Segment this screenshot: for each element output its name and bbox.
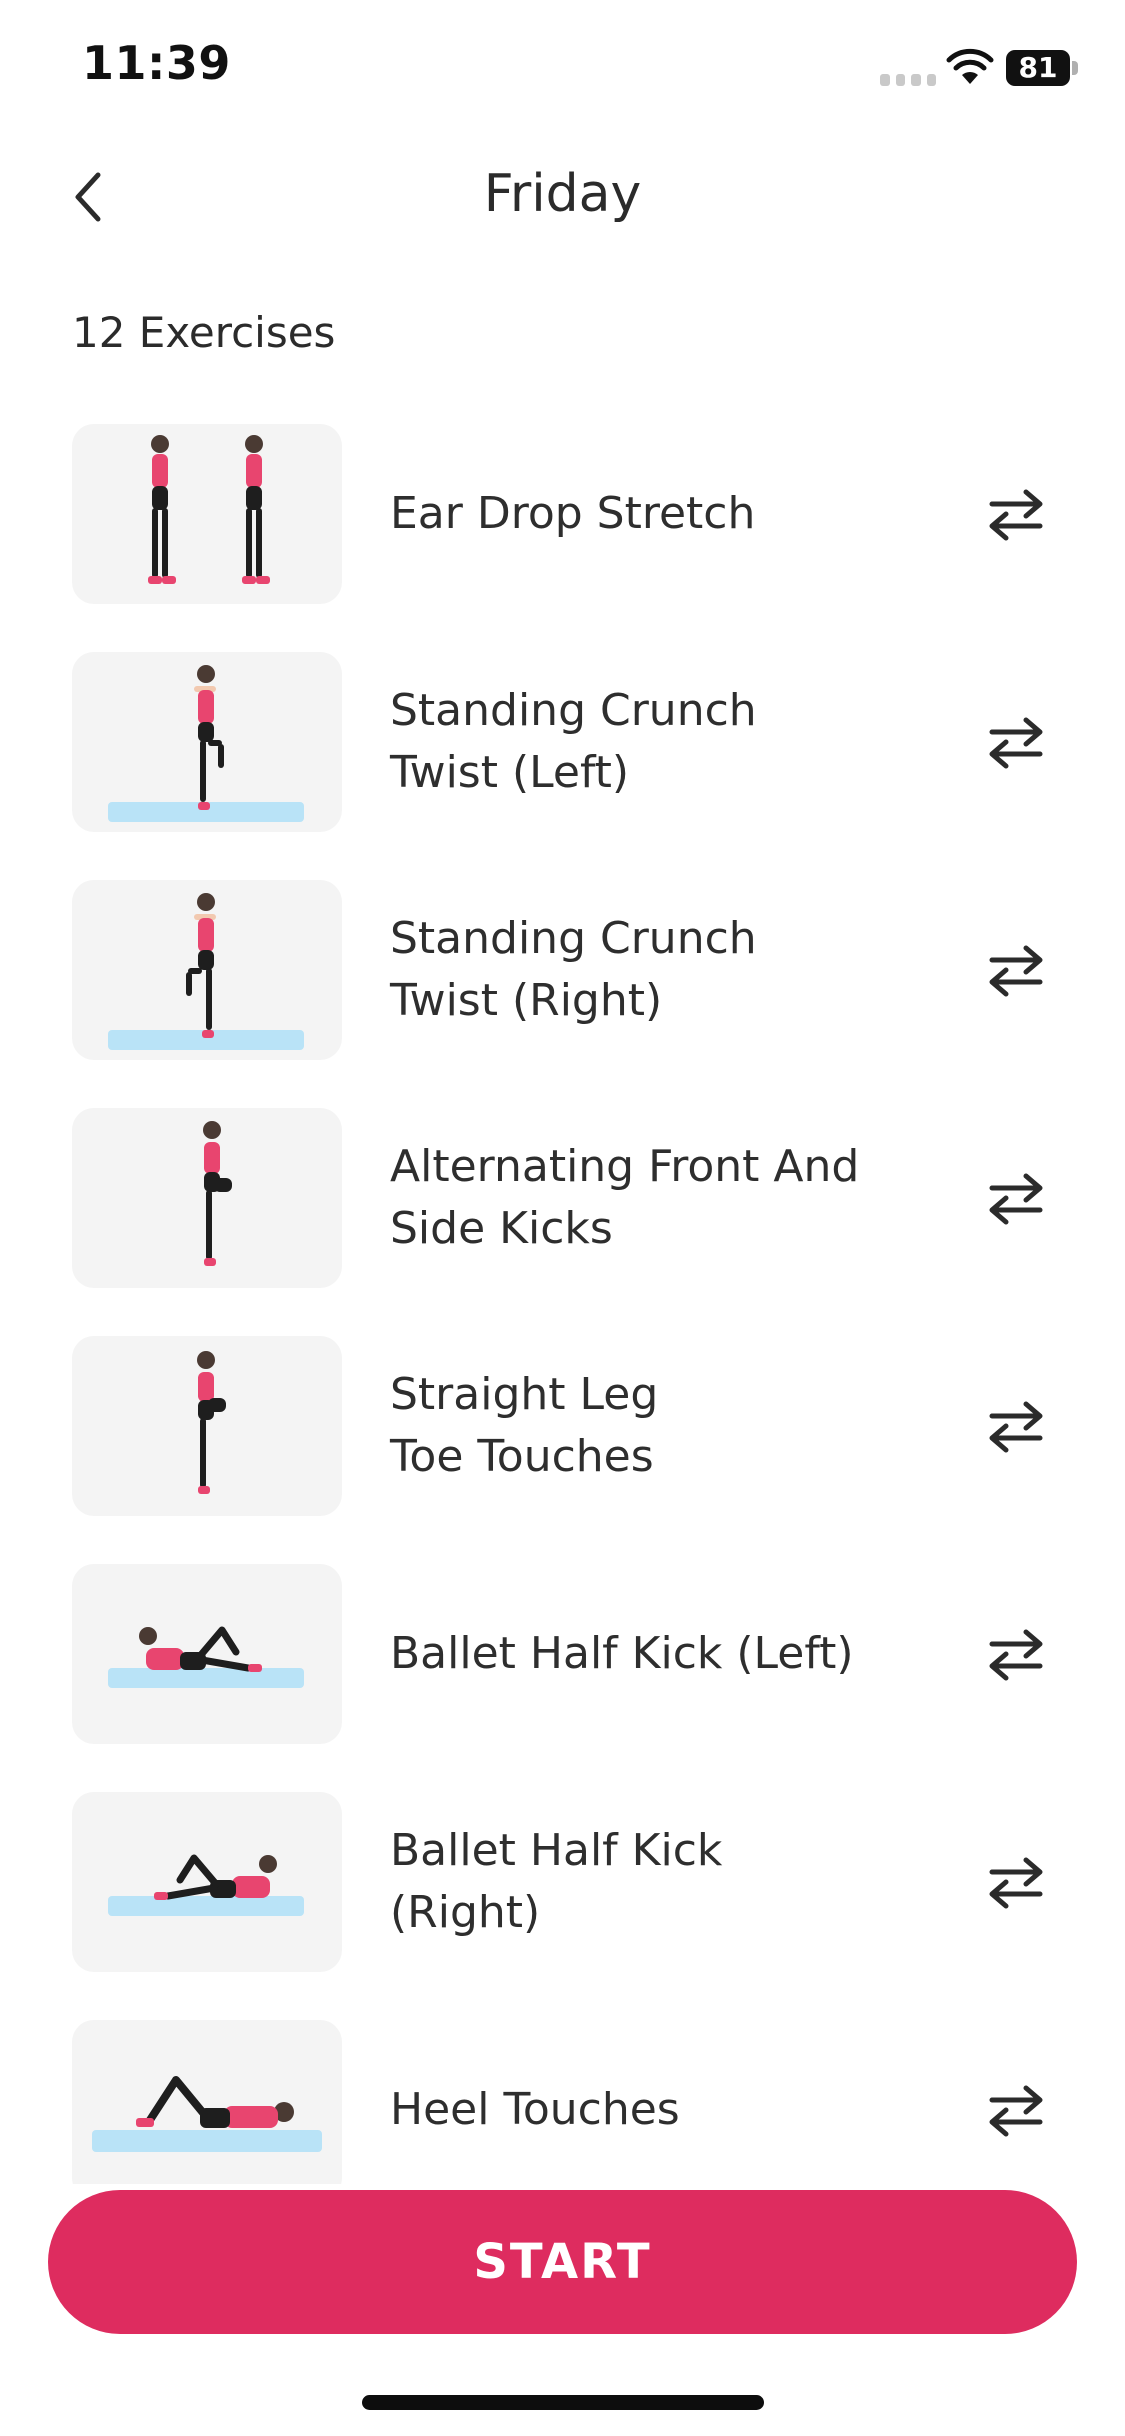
exercise-name-line2: Twist (Left) [390,747,630,798]
exercise-name-line2: (Right) [390,1887,541,1938]
exercise-name-line1: Standing Crunch [390,685,757,736]
status-time: 11:39 [82,36,231,90]
exercise-thumbnail [72,2020,342,2184]
exercise-row-standing-crunch-twist-right[interactable]: Standing Crunch Twist (Right) [0,880,1125,1060]
cellular-signal-icon [880,74,936,86]
exercise-name: Standing Crunch Twist (Left) [390,652,910,832]
exercise-name: Ballet Half Kick (Left) [390,1564,910,1744]
screen: 11:39 81 Friday 12 Exercises Ear Drop St… [0,0,1125,2436]
swap-arrows-icon[interactable] [984,2080,1048,2140]
exercise-name-line1: Straight Leg [390,1369,659,1420]
swap-arrows-icon[interactable] [984,712,1048,772]
exercise-row-ballet-half-kick-right[interactable]: Ballet Half Kick (Right) [0,1792,1125,1972]
exercise-row-ear-drop-stretch[interactable]: Ear Drop Stretch [0,424,1125,604]
battery-icon: 81 [1006,50,1078,86]
status-bar: 11:39 81 [0,0,1125,140]
exercise-name-line2: Twist (Right) [390,975,663,1026]
exercise-thumbnail [72,1792,342,1972]
exercise-name: Heel Touches [390,2020,910,2184]
swap-arrows-icon[interactable] [984,484,1048,544]
page-title: Friday [483,164,642,224]
battery-level: 81 [1018,51,1058,84]
exercise-name-line1: Standing Crunch [390,913,757,964]
swap-arrows-icon[interactable] [984,1624,1048,1684]
exercise-name-line2: Side Kicks [390,1203,613,1254]
exercise-thumbnail [72,1336,342,1516]
exercise-name: Standing Crunch Twist (Right) [390,880,910,1060]
exercise-name-line1: Alternating Front And [390,1141,860,1192]
exercise-list[interactable]: Ear Drop Stretch Standing Crunch Twist (… [0,424,1125,2184]
exercise-name: Alternating Front And Side Kicks [390,1108,910,1288]
exercise-name-line1: Ear Drop Stretch [390,488,756,539]
swap-arrows-icon[interactable] [984,1396,1048,1456]
exercise-row-standing-crunch-twist-left[interactable]: Standing Crunch Twist (Left) [0,652,1125,832]
home-indicator [362,2395,764,2410]
exercise-name: Ballet Half Kick (Right) [390,1792,910,1972]
swap-arrows-icon[interactable] [984,1168,1048,1228]
exercise-name-line2: Toe Touches [390,1431,654,1482]
exercise-thumbnail [72,1564,342,1744]
exercise-name: Straight Leg Toe Touches [390,1336,910,1516]
exercise-name-line1: Heel Touches [390,2084,680,2135]
swap-arrows-icon[interactable] [984,1852,1048,1912]
exercise-row-ballet-half-kick-left[interactable]: Ballet Half Kick (Left) [0,1564,1125,1744]
exercise-thumbnail [72,880,342,1060]
exercise-name-line1: Ballet Half Kick [390,1825,723,1876]
exercise-row-alternating-front-and-side-kicks[interactable]: Alternating Front And Side Kicks [0,1108,1125,1288]
exercise-row-straight-leg-toe-touches[interactable]: Straight Leg Toe Touches [0,1336,1125,1516]
swap-arrows-icon[interactable] [984,940,1048,1000]
exercise-thumbnail [72,424,342,604]
exercise-thumbnail [72,652,342,832]
exercise-row-heel-touches[interactable]: Heel Touches [0,2020,1125,2184]
start-button[interactable]: START [48,2190,1077,2334]
exercise-name: Ear Drop Stretch [390,424,910,604]
exercise-thumbnail [72,1108,342,1288]
exercise-count: 12 Exercises [72,308,336,357]
wifi-icon [946,48,994,84]
exercise-name-line1: Ballet Half Kick (Left) [390,1628,854,1679]
